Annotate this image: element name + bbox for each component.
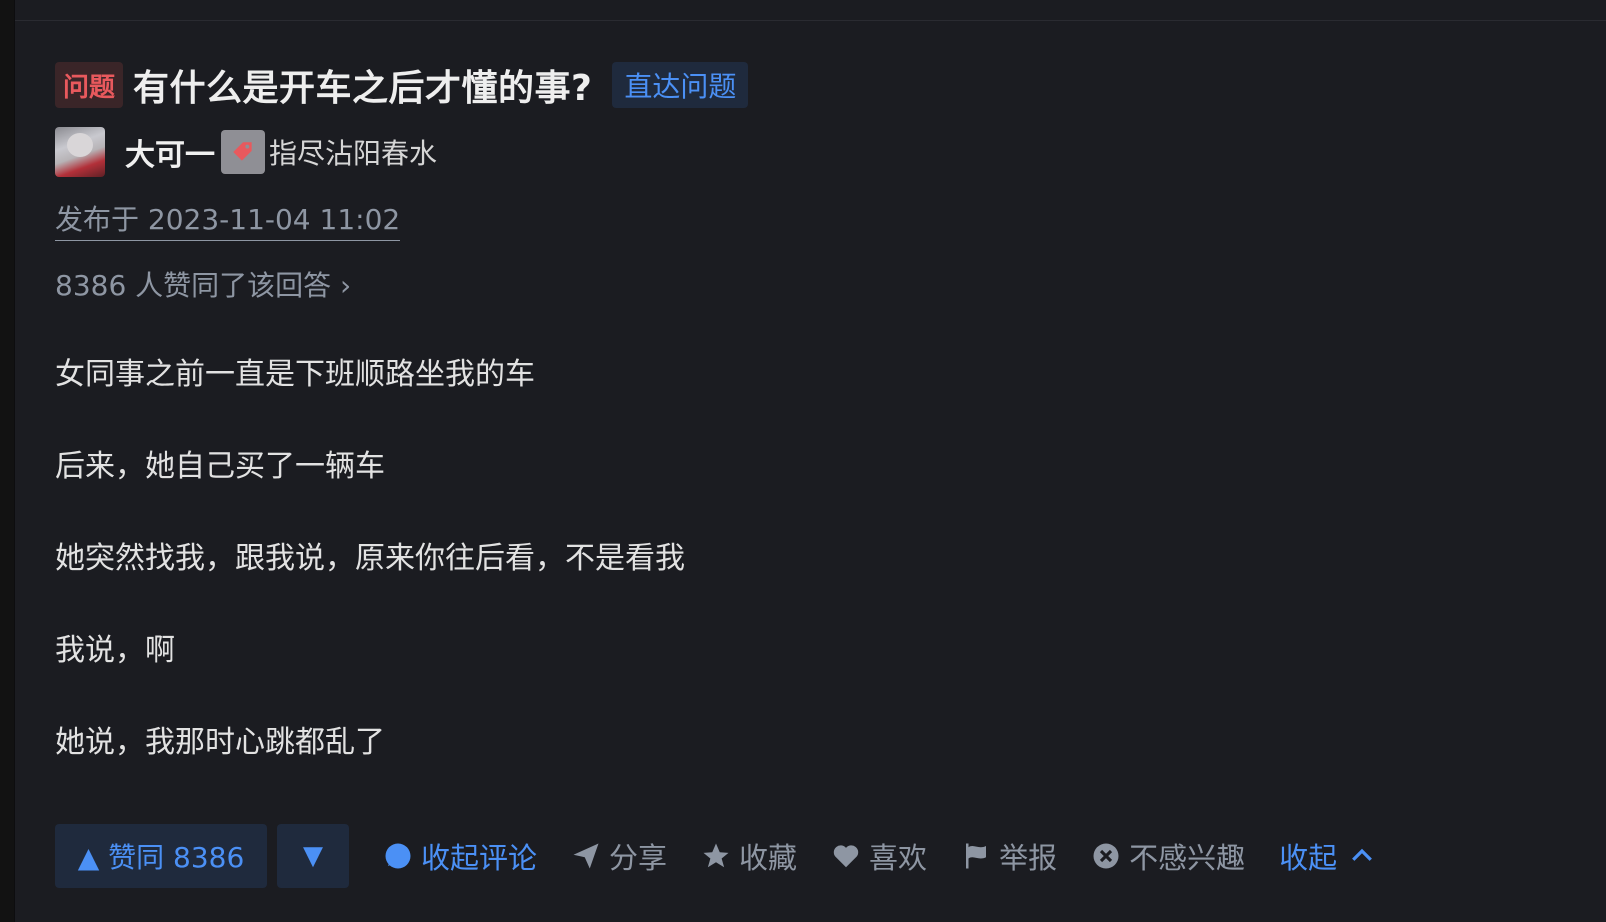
question-title-row: 问题 有什么是开车之后才懂的事? 直达问题 <box>55 59 749 111</box>
heart-icon <box>833 845 859 868</box>
avatar[interactable] <box>55 127 105 177</box>
flag-icon <box>966 843 987 869</box>
star-icon <box>703 843 729 868</box>
comment-label: 收起评论 <box>421 841 538 875</box>
content-paragraph: 女同事之前一直是下班顺路坐我的车 <box>55 357 535 392</box>
answer-card: 问题 有什么是开车之后才懂的事? 直达问题 大可一 指尽沾阳春水 发布于 202… <box>14 0 1606 922</box>
action-bar: ▲ 赞同 8386 ▼ 收起评论 分享 收藏 喜欢 举报 不感兴趣 收起 <box>55 824 1377 888</box>
close-circle-icon <box>1093 843 1119 869</box>
collapse-label: 收起 <box>1279 841 1338 875</box>
comment-bubble-icon <box>385 843 411 869</box>
author-bio: 指尽沾阳春水 <box>269 137 438 170</box>
publish-time-link[interactable]: 发布于 2023-11-04 11:02 <box>55 198 401 241</box>
goto-question-button[interactable]: 直达问题 <box>612 62 749 108</box>
question-title[interactable]: 有什么是开车之后才懂的事? <box>133 59 592 111</box>
not-interested-label: 不感兴趣 <box>1129 841 1246 875</box>
like-button[interactable]: 喜欢 <box>831 835 927 877</box>
question-badge: 问题 <box>55 62 124 108</box>
comment-button[interactable]: 收起评论 <box>383 835 537 877</box>
collect-label: 收藏 <box>739 841 798 875</box>
not-interested-button[interactable]: 不感兴趣 <box>1091 835 1245 877</box>
share-button[interactable]: 分享 <box>571 835 667 877</box>
report-button[interactable]: 举报 <box>961 835 1057 877</box>
content-paragraph: 后来，她自己买了一辆车 <box>55 449 385 484</box>
answer-content: 女同事之前一直是下班顺路坐我的车 后来，她自己买了一辆车 她突然找我，跟我说，原… <box>55 352 1255 812</box>
like-label: 喜欢 <box>869 841 928 875</box>
vote-down-button[interactable]: ▼ <box>277 824 349 888</box>
collapse-button[interactable]: 收起 <box>1279 835 1377 877</box>
content-paragraph: 她说，我那时心跳都乱了 <box>55 725 385 760</box>
vote-count-link[interactable]: 8386 人赞同了该回答 › <box>55 264 351 304</box>
share-label: 分享 <box>609 841 668 875</box>
report-label: 举报 <box>999 841 1058 875</box>
paper-plane-icon <box>573 843 599 869</box>
collect-button[interactable]: 收藏 <box>701 835 797 877</box>
content-paragraph: 我说，啊 <box>55 633 175 668</box>
author-row: 大可一 指尽沾阳春水 <box>55 126 437 178</box>
tag-icon[interactable] <box>221 130 265 174</box>
vote-up-button[interactable]: ▲ 赞同 8386 <box>55 824 267 888</box>
author-name[interactable]: 大可一 <box>125 130 215 174</box>
divider <box>15 20 1606 21</box>
content-paragraph: 她突然找我，跟我说，原来你往后看，不是看我 <box>55 541 685 576</box>
chevron-up-icon <box>1352 848 1373 861</box>
